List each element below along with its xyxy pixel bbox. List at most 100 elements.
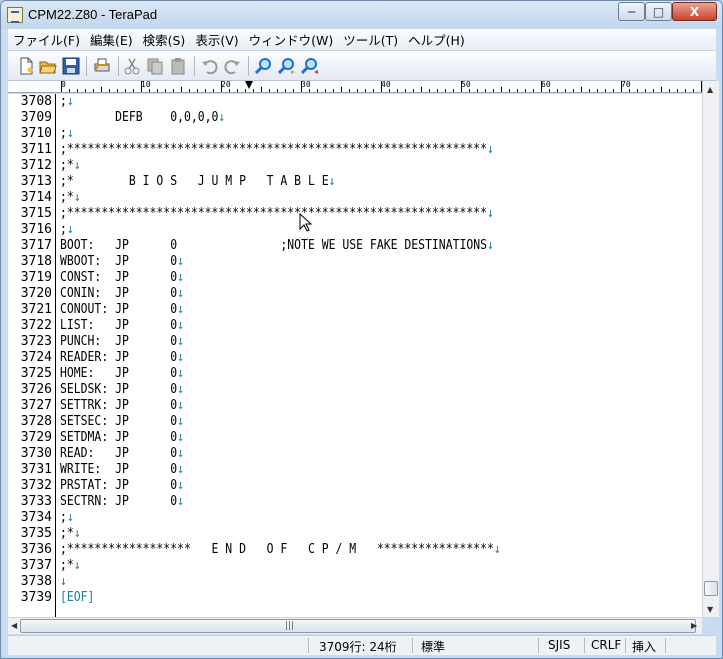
code-line[interactable]: 3731 WRITE: JP 0↓: [8, 462, 702, 478]
minimize-button[interactable]: ─: [618, 2, 645, 21]
code-line[interactable]: 3711 ;***********************************…: [8, 142, 702, 158]
menu-view[interactable]: 表示(V): [190, 30, 243, 49]
code-line[interactable]: 3735 ;*↓: [8, 526, 702, 542]
scroll-right-arrow-icon[interactable]: ▶: [691, 621, 697, 630]
find-icon[interactable]: [255, 57, 273, 75]
code-line[interactable]: 3718 WBOOT: JP 0↓: [8, 254, 702, 270]
line-number: 3727: [20, 398, 52, 413]
code-line[interactable]: 3736 ;****************** E N D O F C P / …: [8, 542, 702, 558]
code-line[interactable]: 3730 READ: JP 0↓: [8, 446, 702, 462]
code-line[interactable]: 3739 [EOF]: [8, 590, 702, 606]
menu-search[interactable]: 検索(S): [138, 30, 191, 49]
ruler-tick: [229, 89, 230, 92]
code-line[interactable]: 3714 ;*↓: [8, 190, 702, 206]
menu-bar: ファイル(F) 編集(E) 検索(S) 表示(V) ウィンドウ(W) ツール(T…: [8, 29, 716, 51]
redo-icon[interactable]: [223, 57, 241, 75]
menu-tools[interactable]: ツール(T): [338, 30, 403, 49]
newline-marker-icon: ↓: [328, 174, 336, 189]
paste-icon[interactable]: [169, 57, 187, 75]
scroll-up-arrow-icon[interactable]: ▲: [707, 85, 713, 94]
code-line[interactable]: 3716 ;↓: [8, 222, 702, 238]
code-line[interactable]: 3712 ;*↓: [8, 158, 702, 174]
code-text: CONIN: JP 0↓: [60, 286, 184, 302]
maximize-button[interactable]: □: [645, 2, 672, 21]
code-text: CONOUT: JP 0↓: [60, 302, 184, 318]
ruler-tick: [373, 89, 374, 92]
ruler-tick: [581, 87, 582, 92]
code-line[interactable]: 3709 DEFB 0,0,0,0↓: [8, 110, 702, 126]
vertical-scroll-thumb[interactable]: [704, 581, 718, 596]
menu-help[interactable]: ヘルプ(H): [403, 30, 470, 49]
copy-icon[interactable]: [146, 57, 164, 75]
code-text: DEFB 0,0,0,0↓: [60, 110, 225, 126]
open-folder-icon[interactable]: [39, 57, 57, 75]
text-editor[interactable]: 3708 ;↓ 3709 DEFB 0,0,0,0↓ 3710 ;↓ 3711 ;*****…: [8, 94, 702, 617]
code-line[interactable]: 3734 ;↓: [8, 510, 702, 526]
code-line[interactable]: 3727 SETTRK: JP 0↓: [8, 398, 702, 414]
ruler-tick: [317, 89, 318, 92]
ruler-tick: [77, 89, 78, 92]
ruler-tick: [613, 89, 614, 92]
menu-edit[interactable]: 編集(E): [85, 30, 138, 49]
app-window: CPM22.Z80 - TeraPad ─ □ X ファイル(F) 編集(E) …: [0, 0, 723, 659]
ruler-tick: [333, 89, 334, 92]
code-line[interactable]: 3722 LIST: JP 0↓: [8, 318, 702, 334]
status-mode: 標準: [421, 640, 446, 654]
code-line[interactable]: 3720 CONIN: JP 0↓: [8, 286, 702, 302]
vertical-scrollbar[interactable]: ▲ ▼: [702, 81, 719, 617]
ruler-label: 20: [221, 81, 231, 89]
save-icon[interactable]: [62, 57, 80, 75]
code-line[interactable]: 3726 SELDSK: JP 0↓: [8, 382, 702, 398]
code-line[interactable]: 3728 SETSEC: JP 0↓: [8, 414, 702, 430]
code-line[interactable]: 3713 ;* B I O S J U M P T A B L E↓: [8, 174, 702, 190]
code-line[interactable]: 3729 SETDMA: JP 0↓: [8, 430, 702, 446]
newline-marker-icon: ↓: [177, 414, 184, 429]
code-line[interactable]: 3723 PUNCH: JP 0↓: [8, 334, 702, 350]
title-bar[interactable]: CPM22.Z80 - TeraPad ─ □ X: [1, 1, 722, 29]
ruler-tick: [309, 89, 310, 92]
ruler-tick: [109, 89, 110, 92]
code-content: ;: [60, 94, 67, 109]
ruler-tick: [221, 81, 222, 92]
line-number: 3720: [20, 286, 52, 301]
code-line[interactable]: 3737 ;*↓: [8, 558, 702, 574]
code-content: ;: [60, 510, 67, 525]
line-number: 3718: [20, 254, 52, 269]
code-line[interactable]: 3725 HOME: JP 0↓: [8, 366, 702, 382]
find-next-icon[interactable]: [278, 57, 296, 75]
menu-file[interactable]: ファイル(F): [8, 30, 85, 49]
code-line[interactable]: 3738 ↓: [8, 574, 702, 590]
ruler-tick: [213, 89, 214, 92]
scroll-left-arrow-icon[interactable]: ◀: [11, 621, 17, 630]
code-line[interactable]: 3719 CONST: JP 0↓: [8, 270, 702, 286]
code-line[interactable]: 3708 ;↓: [8, 94, 702, 110]
terapad-app-icon[interactable]: [7, 7, 23, 23]
find-prev-icon[interactable]: [301, 57, 319, 75]
line-number: 3722: [20, 318, 52, 333]
print-icon[interactable]: [93, 57, 111, 75]
scroll-down-arrow-icon[interactable]: ▼: [707, 605, 713, 614]
horizontal-scroll-thumb[interactable]: |||: [20, 619, 696, 633]
code-line[interactable]: 3717 BOOT: JP 0 ;NOTE WE USE FAKE DESTINA…: [8, 238, 702, 254]
code-line[interactable]: 3721 CONOUT: JP 0↓: [8, 302, 702, 318]
new-file-icon[interactable]: [17, 57, 35, 75]
code-line[interactable]: 3710 ;↓: [8, 126, 702, 142]
ruler-tick: [645, 89, 646, 92]
close-button[interactable]: X: [672, 2, 717, 21]
code-text: ;****************** E N D O F C P / M **…: [60, 542, 501, 558]
ruler-tick: [437, 89, 438, 92]
line-number: 3732: [20, 478, 52, 493]
code-line[interactable]: 3724 READER: JP 0↓: [8, 350, 702, 366]
ruler-label: 10: [141, 81, 151, 89]
code-line[interactable]: 3733 SECTRN: JP 0↓: [8, 494, 702, 510]
code-line[interactable]: 3732 PRSTAT: JP 0↓: [8, 478, 702, 494]
ruler-label: 40: [381, 81, 391, 89]
ruler-tick: [101, 87, 102, 92]
menu-window[interactable]: ウィンドウ(W): [244, 30, 339, 49]
undo-icon[interactable]: [201, 57, 219, 75]
horizontal-scrollbar[interactable]: ◀ ||| ▶: [8, 617, 702, 634]
cut-icon[interactable]: [123, 57, 141, 75]
ruler-tick: [629, 89, 630, 92]
line-number: 3715: [20, 206, 52, 221]
code-line[interactable]: 3715 ;***********************************…: [8, 206, 702, 222]
